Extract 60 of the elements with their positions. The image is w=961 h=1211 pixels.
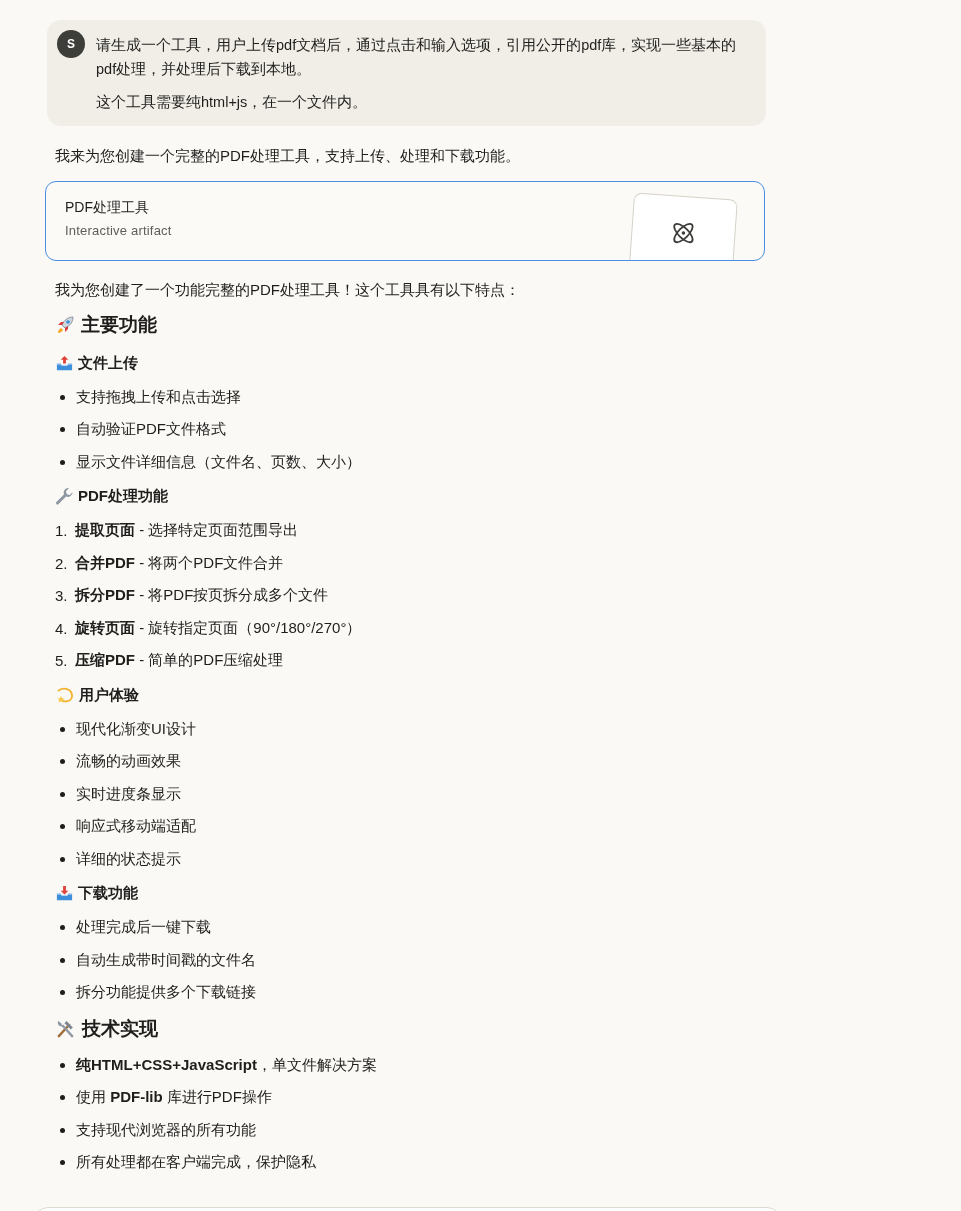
section-heading: 下载功能 [78,884,138,903]
bullet-icon [60,459,65,465]
list-number: 5. [55,652,69,670]
inbox-tray-icon [55,884,74,903]
section-heading: 技术实现 [82,1017,158,1041]
list-item-text: 所有处理都在客户端完成，保护隐私 [76,1153,316,1173]
list-item-text: 显示文件详细信息（文件名、页数、大小） [76,452,361,472]
hammer-wrench-icon [55,1018,76,1040]
bullet-icon [60,1062,65,1068]
list-number: 4. [55,619,69,637]
bullet-icon [60,1160,65,1166]
list-number: 1. [55,522,69,540]
dizzy-star-icon [55,685,75,705]
bullet-icon [60,824,65,830]
bullet-icon [60,791,65,797]
list-item-text: 处理完成后一键下载 [76,918,211,938]
list-item-text: 现代化渐变UI设计 [76,719,196,739]
artifact-subtitle: Interactive artifact [65,222,172,240]
bullet-icon [60,1127,65,1133]
list-number: 3. [55,587,69,605]
inbox-tray-icon [55,353,74,373]
bullet-icon [60,856,65,862]
list-item-text: 拆分PDF - 将PDF按页拆分成多个文件 [75,586,329,606]
list-item-text: 自动验证PDF文件格式 [76,420,226,440]
bullet-icon [60,990,65,996]
list-item-text: 拆分功能提供多个下载链接 [76,983,256,1003]
section-heading: PDF处理功能 [78,487,168,506]
bullet-icon [60,1095,65,1101]
list-item-text: 流畅的动画效果 [76,752,181,772]
message-text: 这个工具需要纯html+js，在一个文件内。 [96,93,369,112]
bullet-icon [60,726,65,732]
artifact-card[interactable]: PDF处理工具 Interactive artifact [45,181,765,261]
list-item-text: 提取页面 - 选择特定页面范围导出 [75,521,299,541]
response-text: 我为您创建了一个功能完整的PDF处理工具！这个工具具有以下特点： [55,280,521,300]
message-text: 请生成一个工具，用户上传pdf文档后，通过点击和输入选项，引用公开的pdf库，实现一些基本的pdf处理，并处理后下载到本地。 [96,36,738,79]
bullet-icon [60,957,65,963]
list-item-text: 使用 PDF-lib 库进行PDF操作 [76,1088,272,1108]
list-item-text: 自动生成带时间戳的文件名 [76,950,256,970]
list-item-text: 详细的状态提示 [76,849,181,869]
response-text: 我来为您创建一个完整的PDF处理工具，支持上传、处理和下载功能。 [55,146,521,166]
list-item-text: 压缩PDF - 简单的PDF压缩处理 [75,651,284,671]
user-avatar: S [57,30,85,58]
list-item-text: 纯HTML+CSS+JavaScript，单文件解决方案 [76,1055,377,1075]
list-item-text: 旋转页面 - 旋转指定页面（90°/180°/270°） [75,618,362,638]
list-item-text: 支持拖拽上传和点击选择 [76,387,241,407]
bullet-icon [60,394,65,400]
list-item-text: 支持现代浏览器的所有功能 [76,1120,256,1140]
rocket-icon [55,315,75,335]
list-number: 2. [55,554,69,572]
list-item-text: 响应式移动端适配 [76,817,196,837]
list-item-text: 实时进度条显示 [76,784,181,804]
list-item-text: 合并PDF - 将两个PDF文件合并 [75,553,284,573]
bullet-icon [60,759,65,765]
section-heading: 文件上传 [78,353,138,373]
artifact-title: PDF处理工具 [65,198,150,216]
bullet-icon [60,925,65,931]
section-heading: 主要功能 [81,313,157,337]
bullet-icon [60,427,65,433]
wrench-icon [55,487,74,506]
section-heading: 用户体验 [79,685,139,705]
